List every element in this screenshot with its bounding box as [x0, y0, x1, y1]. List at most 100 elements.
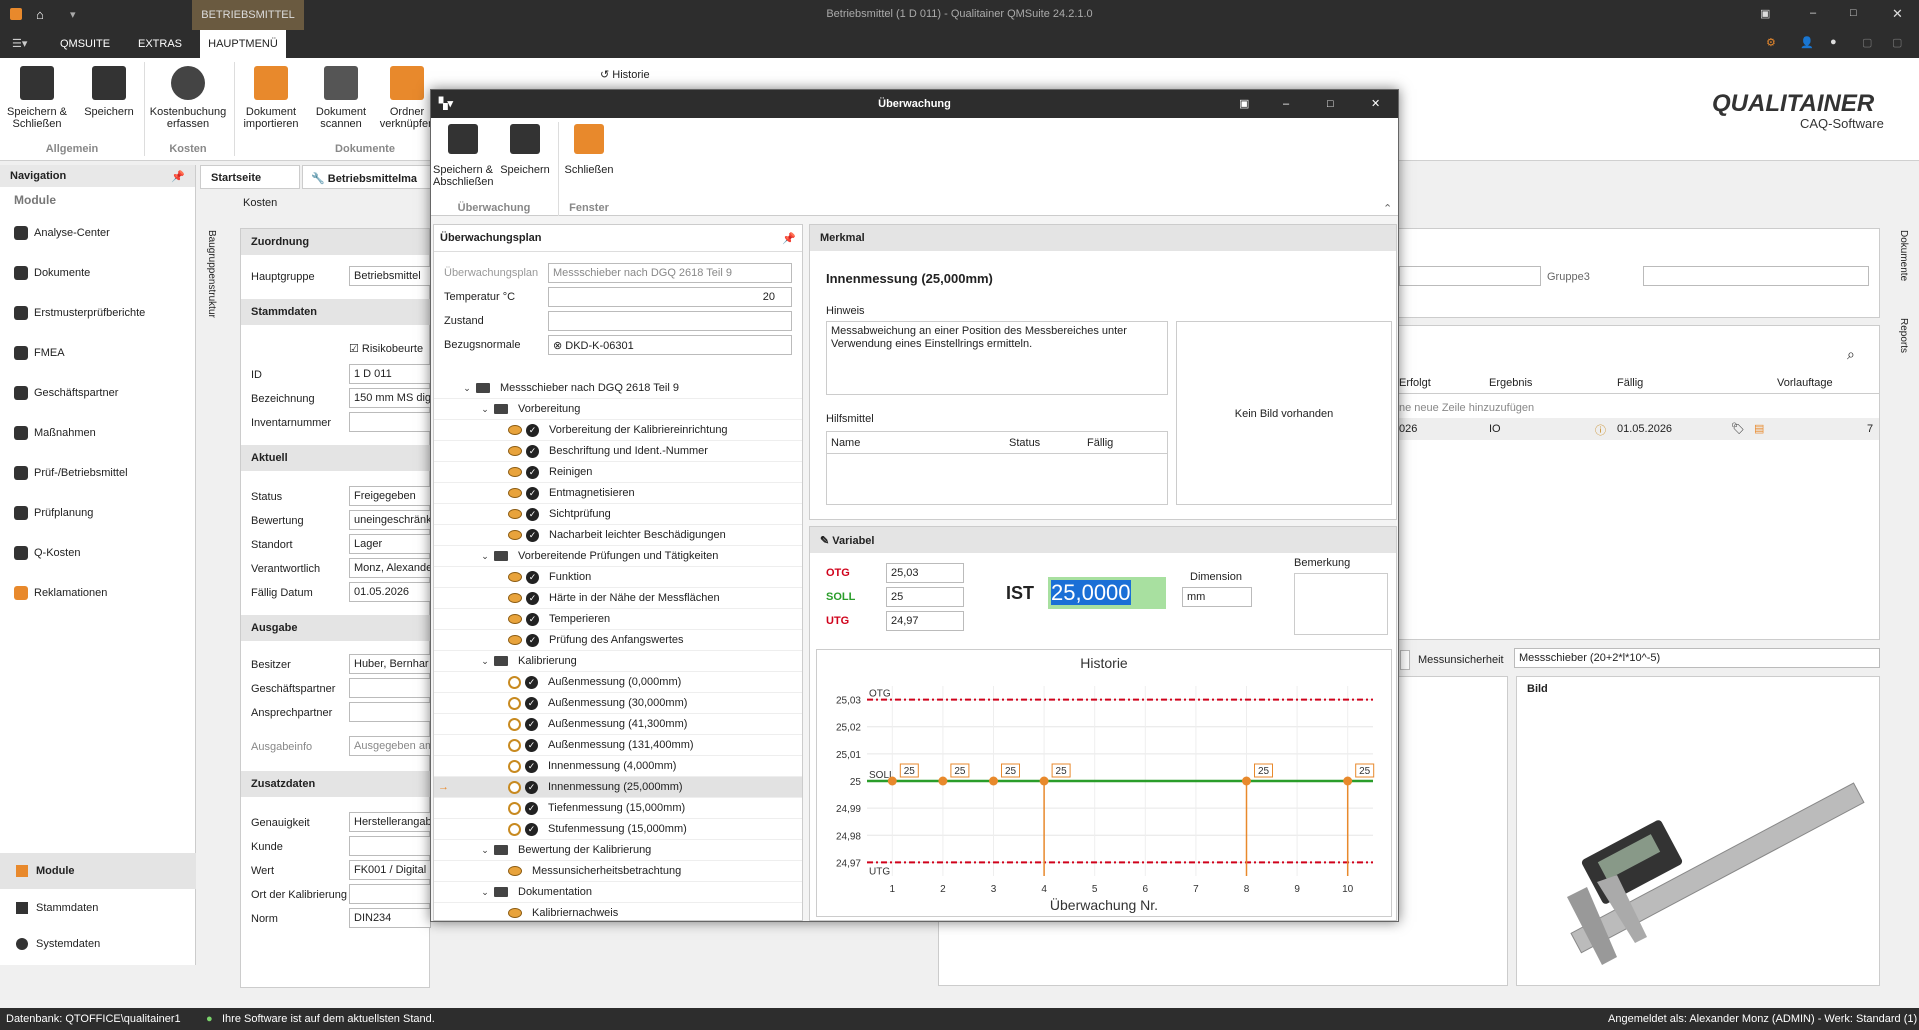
- col-ergebnis[interactable]: Ergebnis: [1489, 377, 1532, 389]
- quick-access-dropdown-icon[interactable]: ▾: [70, 8, 76, 21]
- nav-item-10[interactable]: Reklamationen: [0, 573, 195, 613]
- gruppe3-field[interactable]: [1643, 266, 1869, 286]
- wert-field[interactable]: FK001 / Digital: [349, 860, 431, 880]
- nav-bottom-stammdaten[interactable]: Stammdaten: [0, 890, 196, 926]
- tree-item[interactable]: ✓ Außenmessung (0,000mm): [434, 672, 802, 693]
- status-field[interactable]: Freigegeben: [349, 486, 431, 506]
- utg-field[interactable]: 24,97: [886, 611, 964, 631]
- users-icon[interactable]: 👤: [1800, 36, 1814, 49]
- bewertung-field[interactable]: uneingeschränk: [349, 510, 431, 530]
- col-status[interactable]: Status: [1009, 437, 1040, 449]
- tab-betriebsmittel[interactable]: 🔧 Betriebsmittelma: [302, 165, 432, 189]
- nav-item-3[interactable]: Erstmusterprüfberichte: [0, 293, 195, 333]
- nav-item-1[interactable]: Analyse-Center: [0, 213, 195, 253]
- tree-item[interactable]: ✓ Stufenmessung (15,000mm): [434, 819, 802, 840]
- tree-group[interactable]: ⌄ Vorbereitende Prüfungen und Tätigkeiten: [434, 546, 802, 567]
- menu-qmsuite[interactable]: QMSUITE: [60, 38, 110, 50]
- scan-document-button[interactable]: Dokument scannen: [308, 66, 374, 130]
- plan-pin-icon[interactable]: 📌: [782, 232, 796, 245]
- table-row[interactable]: 026 IO ⓘ 01.05.2026 🏷 ▤ 7: [1399, 418, 1879, 440]
- besitzer-field[interactable]: Huber, Bernhar: [349, 654, 431, 674]
- tree-item[interactable]: ✓ Außenmessung (41,300mm): [434, 714, 802, 735]
- import-document-button[interactable]: Dokument importieren: [236, 66, 306, 130]
- layout-icon[interactable]: ▢: [1862, 36, 1872, 49]
- app-menu-icon[interactable]: ☰▾: [12, 37, 27, 50]
- layout2-icon[interactable]: ▢: [1892, 36, 1902, 49]
- info-icon[interactable]: ⓘ: [1595, 422, 1606, 438]
- inventarnummer-field[interactable]: [349, 412, 431, 432]
- bezugsnormale-field[interactable]: ⊗ DKD-K-06301: [548, 335, 792, 355]
- ansprechpartner-field[interactable]: [349, 702, 431, 722]
- tree-item[interactable]: ✓ Innenmessung (4,000mm): [434, 756, 802, 777]
- historie-button[interactable]: ↺ Historie: [600, 68, 650, 81]
- gruppe2-field[interactable]: [1399, 266, 1541, 286]
- col-name[interactable]: Name: [831, 437, 860, 449]
- maximize-icon[interactable]: □: [1850, 7, 1857, 19]
- tree-item[interactable]: ✓ Beschriftung und Ident.-Nummer: [434, 441, 802, 462]
- user-icon[interactable]: ●: [1830, 36, 1837, 48]
- col-faellig[interactable]: Fällig: [1617, 377, 1643, 389]
- subtab-kosten[interactable]: Kosten: [243, 197, 277, 209]
- tree-item[interactable]: ✓ Tiefenmessung (15,000mm): [434, 798, 802, 819]
- close-icon[interactable]: ✕: [1892, 6, 1903, 22]
- genauigkeit-field[interactable]: Herstellerangab: [349, 812, 431, 832]
- otg-field[interactable]: 25,03: [886, 563, 964, 583]
- bemerkung-field[interactable]: [1294, 573, 1388, 635]
- tree-item[interactable]: ✓ Nacharbeit leichter Beschädigungen: [434, 525, 802, 546]
- dialog-minimize-icon[interactable]: –: [1283, 90, 1289, 118]
- dialog-save-button[interactable]: Speichern: [497, 124, 553, 176]
- zustand-select[interactable]: [548, 311, 792, 331]
- nav-item-7[interactable]: Prüf-/Betriebsmittel: [0, 453, 195, 493]
- dimension-field[interactable]: mm: [1182, 587, 1252, 607]
- faellig-datum-field[interactable]: 01.05.2026: [349, 582, 431, 602]
- note-icon[interactable]: ▤: [1754, 422, 1764, 435]
- menu-hauptmenue[interactable]: HAUPTMENÜ: [200, 30, 286, 58]
- home-icon[interactable]: ⌂: [36, 7, 44, 22]
- tree-item[interactable]: ✓ Reinigen: [434, 462, 802, 483]
- dropdown-stub[interactable]: [1400, 650, 1410, 670]
- nav-item-4[interactable]: FMEA: [0, 333, 195, 373]
- side-tab-baugruppen[interactable]: Baugruppenstruktur: [206, 230, 217, 318]
- tree-item[interactable]: Messunsicherheitsbetrachtung: [434, 861, 802, 882]
- dialog-maximize-icon[interactable]: □: [1327, 90, 1334, 118]
- tree-item[interactable]: ✓ Außenmessung (30,000mm): [434, 693, 802, 714]
- verantwortlich-field[interactable]: Monz, Alexande: [349, 558, 431, 578]
- dialog-restore-icon[interactable]: ▣: [1239, 90, 1249, 118]
- messunsicherheit-field[interactable]: Messschieber (20+2*l*10^-5): [1514, 648, 1880, 668]
- hauptgruppe-field[interactable]: Betriebsmittel: [349, 266, 431, 286]
- temperatur-field[interactable]: 20: [548, 287, 792, 307]
- tree-item[interactable]: Kalibriernachweis: [434, 903, 802, 918]
- tab-startseite[interactable]: Startseite: [200, 165, 300, 189]
- dialog-close-button[interactable]: Schließen: [561, 124, 617, 176]
- geschaeftspartner-field[interactable]: [349, 678, 431, 698]
- tree-group[interactable]: ⌄ Dokumentation: [434, 882, 802, 903]
- nav-bottom-systemdaten[interactable]: Systemdaten: [0, 926, 196, 962]
- tree-group[interactable]: ⌄ Messschieber nach DGQ 2618 Teil 9: [434, 378, 802, 399]
- id-field[interactable]: 1 D 011: [349, 364, 431, 384]
- ist-field[interactable]: 25,0000: [1048, 577, 1166, 609]
- save-close-button[interactable]: Speichern & Schließen: [4, 66, 70, 130]
- risiko-checkbox[interactable]: ☑ Risikobeurte: [349, 342, 423, 355]
- side-tab-dokumente[interactable]: Dokumente: [1898, 230, 1909, 281]
- nav-item-2[interactable]: Dokumente: [0, 253, 195, 293]
- restore-icon[interactable]: ▣: [1760, 7, 1770, 20]
- tree-item[interactable]: ✓ Prüfung des Anfangswertes: [434, 630, 802, 651]
- tree-item[interactable]: ✓ Temperieren: [434, 609, 802, 630]
- col-faellig[interactable]: Fällig: [1087, 437, 1113, 449]
- menu-extras[interactable]: EXTRAS: [138, 38, 182, 50]
- standort-field[interactable]: Lager: [349, 534, 431, 554]
- hinweis-text[interactable]: Messabweichung an einer Position des Mes…: [826, 321, 1168, 395]
- nav-bottom-module[interactable]: Module: [0, 853, 196, 889]
- search-icon[interactable]: ⌕: [1847, 346, 1855, 363]
- kostenbuchung-button[interactable]: Kostenbuchung erfassen: [146, 66, 230, 130]
- nav-item-8[interactable]: Prüfplanung: [0, 493, 195, 533]
- plan-select[interactable]: Messschieber nach DGQ 2618 Teil 9: [548, 263, 792, 283]
- tree-group[interactable]: ⌄ Kalibrierung: [434, 651, 802, 672]
- link-folder-button[interactable]: Ordner verknüpfen: [376, 66, 438, 130]
- tree-item[interactable]: ✓ Außenmessung (131,400mm): [434, 735, 802, 756]
- nav-item-5[interactable]: Geschäftspartner: [0, 373, 195, 413]
- col-vorlauftage[interactable]: Vorlauftage: [1777, 377, 1833, 389]
- side-tab-reports[interactable]: Reports: [1898, 318, 1909, 353]
- tree-group[interactable]: ⌄ Bewertung der Kalibrierung: [434, 840, 802, 861]
- tree-item[interactable]: ✓ Härte in der Nähe der Messflächen: [434, 588, 802, 609]
